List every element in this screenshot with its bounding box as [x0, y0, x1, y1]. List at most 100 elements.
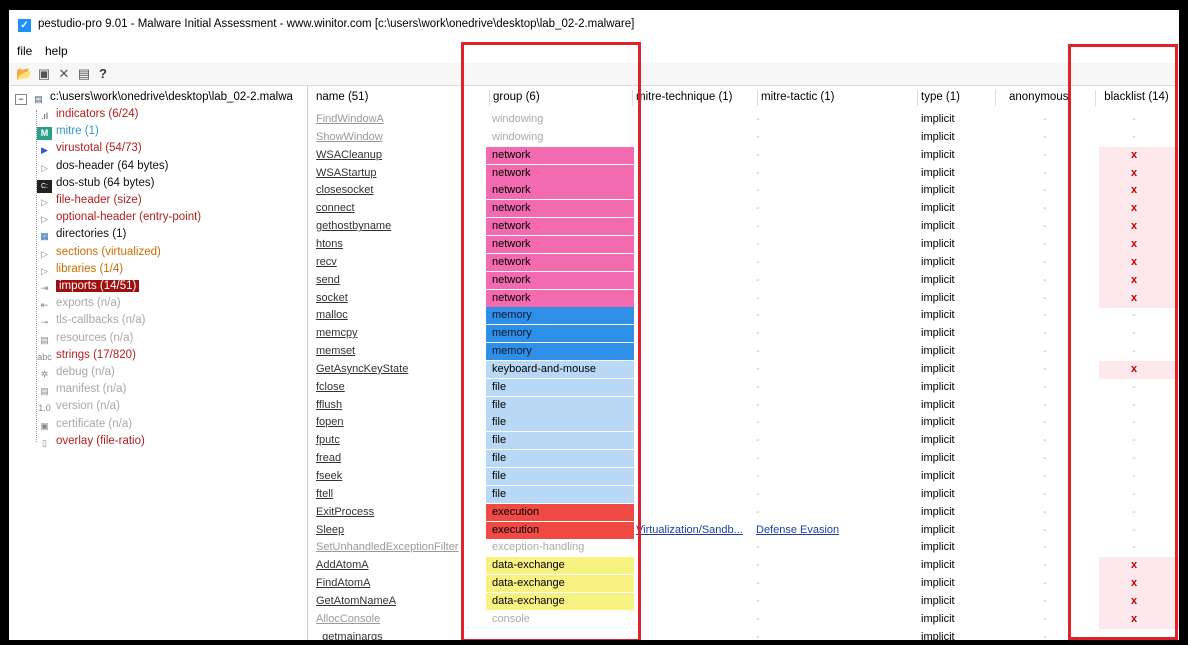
anonymous-cell: -	[1043, 434, 1047, 447]
tree-item[interactable]: ▷ dos-header (64 bytes)	[37, 158, 168, 175]
table-row[interactable]: gethostbyname network - implicit - x	[309, 218, 1179, 237]
table-row[interactable]: send network - implicit - x	[309, 271, 1179, 290]
tree-item[interactable]: ▷ optional-header (entry-point)	[37, 209, 201, 226]
mitre-technique-cell	[636, 129, 756, 146]
tree-item[interactable]: ▷ file-header (size)	[37, 192, 142, 209]
title-bar: ✓ pestudio-pro 9.01 - Malware Initial As…	[9, 10, 1179, 40]
mitre-technique-cell	[636, 343, 756, 360]
table-row[interactable]: fclose file - implicit - -	[309, 378, 1179, 397]
collapse-icon[interactable]: −	[15, 94, 27, 105]
table-row[interactable]: GetAsyncKeyState keyboard-and-mouse - impli…	[309, 360, 1179, 379]
tree-item[interactable]: abc strings (17/820)	[37, 347, 136, 364]
column-separator[interactable]	[757, 90, 758, 106]
anonymous-cell: -	[1043, 541, 1047, 554]
type-cell: implicit	[921, 559, 955, 572]
table-row[interactable]: closesocket network - implicit - x	[309, 182, 1179, 201]
tree-item-label: resources (n/a)	[56, 331, 134, 344]
table-row[interactable]: socket network - implicit - x	[309, 289, 1179, 308]
tree-item[interactable]: ✲ debug (n/a)	[37, 364, 115, 381]
table-row[interactable]: _getmainargs - implicit -	[309, 629, 1179, 640]
mitre-tactic-cell: -	[756, 470, 760, 482]
table-row[interactable]: ftell file - implicit - -	[309, 485, 1179, 504]
tree-item[interactable]: .ıl indicators (6/24)	[37, 106, 138, 123]
table-row[interactable]: WSACleanup network - implicit - x	[309, 146, 1179, 165]
table-row[interactable]: WSAStartup network - implicit - x	[309, 164, 1179, 183]
table-row[interactable]: fopen file - implicit - -	[309, 414, 1179, 432]
column-separator[interactable]	[917, 90, 918, 106]
tree-item[interactable]: ▷ sections (virtualized)	[37, 244, 161, 261]
table-row[interactable]: malloc memory - implicit - -	[309, 307, 1179, 325]
debug-icon: ✲	[40, 369, 49, 379]
table-row[interactable]: connect network - implicit - x	[309, 200, 1179, 219]
open-icon[interactable]: 📂	[16, 66, 32, 82]
menu-help[interactable]: help	[45, 44, 68, 58]
help-icon[interactable]: ?	[95, 66, 111, 82]
anonymous-cell: -	[1043, 327, 1047, 340]
imports-icon: ⇥	[40, 283, 49, 293]
tree-item-label: tls-callbacks (n/a)	[56, 314, 146, 327]
tree-item[interactable]: ⇤ exports (n/a)	[37, 295, 121, 312]
tree-item[interactable]: ▤ manifest (n/a)	[37, 381, 126, 398]
table-row[interactable]: fflush file - implicit - -	[309, 396, 1179, 415]
table-row[interactable]: SetUnhandledExceptionFilter exception-han…	[309, 539, 1179, 557]
type-cell: implicit	[921, 452, 955, 465]
col-header-mitre-tactic[interactable]: mitre-tactic (1)	[761, 86, 881, 108]
annotation-box-group-column	[461, 42, 641, 640]
tree-item-label: exports (n/a)	[56, 297, 121, 310]
tree-item[interactable]: ⊸ tls-callbacks (n/a)	[37, 312, 146, 329]
tree-item[interactable]: ▦ directories (1)	[37, 226, 126, 243]
tree-item[interactable]: ⇥ imports (14/51)	[37, 278, 140, 295]
tree-item[interactable]: ▤ resources (n/a)	[37, 330, 133, 347]
list-icon[interactable]: ▤	[76, 66, 92, 82]
anonymous-cell: -	[1043, 505, 1047, 518]
tree-item[interactable]: ▣ certificate (n/a)	[37, 416, 132, 433]
table-row[interactable]: GetAtomNameA data-exchange - implicit - x	[309, 592, 1179, 611]
menu-file[interactable]: file	[17, 44, 32, 58]
table-row[interactable]: FindAtomA data-exchange - implicit - x	[309, 575, 1179, 594]
col-header-mitre-technique[interactable]: mitre-technique (1)	[636, 86, 756, 108]
mitre-technique-cell	[636, 111, 756, 128]
tree-root[interactable]: − ▤ c:\users\work\onedrive\desktop\lab_02-…	[15, 89, 293, 106]
save-icon[interactable]: ▣	[36, 66, 52, 82]
anonymous-cell: -	[1043, 559, 1047, 572]
expand-icon: ▷	[41, 265, 48, 276]
table-row[interactable]: fread file - implicit - -	[309, 450, 1179, 468]
table-row[interactable]: memcpy memory - implicit - -	[309, 325, 1179, 343]
table-row[interactable]: memset memory - implicit - -	[309, 343, 1179, 361]
table-row[interactable]: fseek file - implicit - -	[309, 468, 1179, 486]
mitre-tactic-cell: -	[756, 380, 760, 393]
type-cell: implicit	[921, 166, 955, 179]
mitre-technique-cell[interactable]: Virtualization/Sandb...	[636, 522, 756, 539]
mitre-technique-cell	[636, 236, 756, 253]
mitre-tactic-cell: -	[756, 184, 760, 197]
tree-item[interactable]: Mmitre (1)	[37, 123, 99, 141]
column-separator[interactable]	[995, 90, 996, 106]
table-row[interactable]: AddAtomA data-exchange - implicit - x	[309, 557, 1179, 576]
table-row[interactable]: htons network - implicit - x	[309, 235, 1179, 254]
mitre-tactic-cell: -	[756, 416, 760, 429]
table-row[interactable]: recv network - implicit - x	[309, 253, 1179, 272]
type-cell: implicit	[921, 113, 955, 125]
tree-item[interactable]: ▶ virustotal (54/73)	[37, 140, 142, 157]
tree-item[interactable]: ▯ overlay (file-ratio)	[37, 433, 145, 450]
anonymous-cell: -	[1043, 202, 1047, 215]
mitre-tactic-cell[interactable]: Defense Evasion	[756, 522, 876, 539]
tree-item[interactable]: ▷ libraries (1/4)	[37, 261, 123, 278]
mitre-technique-cell	[636, 486, 756, 503]
type-cell: implicit	[921, 202, 955, 215]
col-header-type[interactable]: type (1)	[921, 86, 991, 108]
tree-item[interactable]: C: dos-stub (64 bytes)	[37, 175, 154, 193]
anonymous-cell: -	[1043, 612, 1047, 625]
table-row[interactable]: fputc file - implicit - -	[309, 432, 1179, 450]
type-cell: implicit	[921, 541, 955, 554]
tree-item[interactable]: 1.0 version (n/a)	[37, 398, 120, 415]
table-row[interactable]: FindWindowA windowing - implicit - -	[309, 111, 1179, 129]
mitre-tactic-cell: -	[756, 577, 760, 590]
table-row[interactable]: ExitProcess execution - implicit - -	[309, 503, 1179, 522]
mitre-technique-cell	[636, 307, 756, 324]
table-row[interactable]: AllocConsole console - implicit - x	[309, 610, 1179, 629]
col-header-anonymous[interactable]: anonymous (0	[1009, 86, 1069, 108]
close-icon[interactable]: ✕	[56, 66, 72, 82]
table-row[interactable]: Sleep execution Virtualization/Sandb... Def…	[309, 521, 1179, 540]
table-row[interactable]: ShowWindow windowing - implicit - -	[309, 129, 1179, 147]
